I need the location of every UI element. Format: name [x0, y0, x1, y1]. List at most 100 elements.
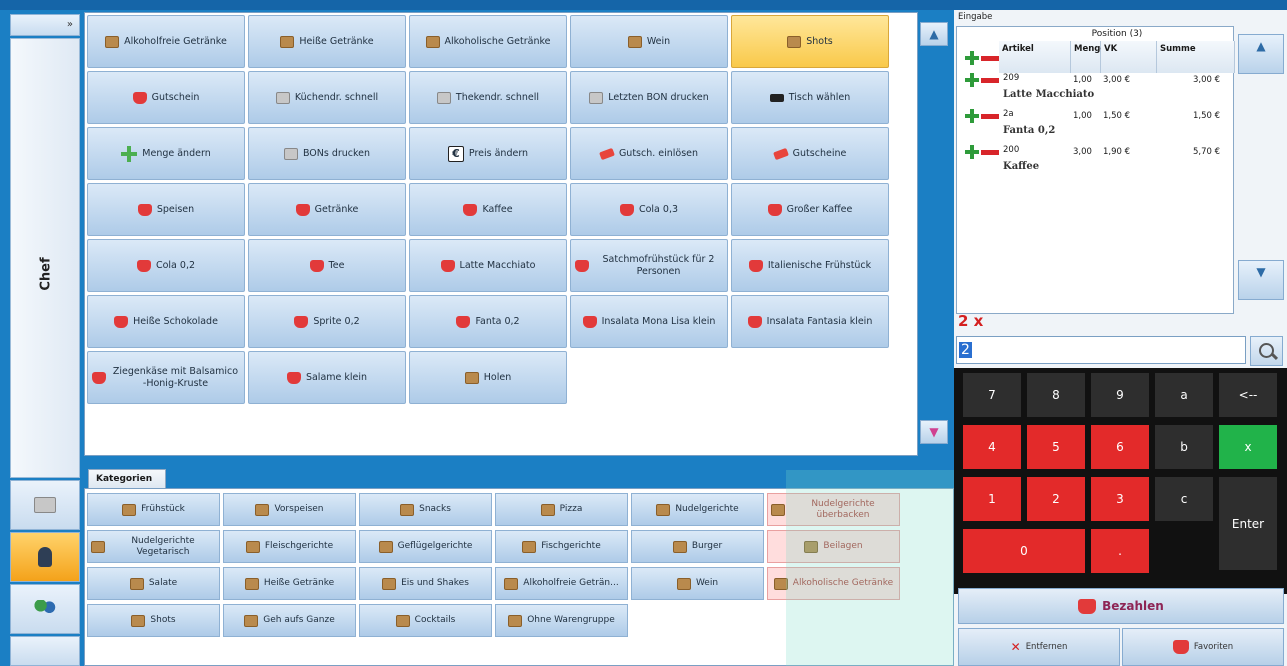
product-button[interactable]: Cola 0,2: [87, 239, 245, 292]
users-nav-button[interactable]: [10, 584, 80, 634]
product-button[interactable]: Kaffee: [409, 183, 567, 236]
category-button[interactable]: Nudelgerichte: [631, 493, 764, 526]
product-button[interactable]: Gutschein: [87, 71, 245, 124]
category-button[interactable]: Wein: [631, 567, 764, 600]
grid-scroll-up-button[interactable]: ▲: [920, 22, 948, 46]
category-button[interactable]: Heiße Getränke: [223, 567, 356, 600]
add-icon[interactable]: [965, 51, 979, 65]
category-button[interactable]: Shots: [87, 604, 220, 637]
product-button[interactable]: Gutsch. einlösen: [570, 127, 728, 180]
category-button[interactable]: Burger: [631, 530, 764, 563]
order-scroll-up-button[interactable]: ▲: [1238, 34, 1284, 74]
remove-button[interactable]: ✕ Entfernen: [958, 628, 1120, 666]
order-scroll-down-button[interactable]: ▼: [1238, 260, 1284, 300]
product-button[interactable]: € Preis ändern: [409, 127, 567, 180]
favorites-label: Favoriten: [1193, 642, 1234, 652]
remove-icon[interactable]: [981, 114, 999, 119]
add-icon[interactable]: [965, 109, 979, 123]
product-button[interactable]: Küchendr. schnell: [248, 71, 406, 124]
keypad-key[interactable]: 8: [1026, 372, 1086, 418]
keypad-key[interactable]: 2: [1026, 476, 1086, 522]
favorites-button[interactable]: Favoriten: [1122, 628, 1284, 666]
category-button[interactable]: Nudelgerichte Vegetarisch: [87, 530, 220, 563]
keypad-key[interactable]: c: [1154, 476, 1214, 522]
product-button[interactable]: Alkoholfreie Getränke: [87, 15, 245, 68]
user-panel[interactable]: Chef: [10, 38, 80, 478]
product-button[interactable]: Großer Kaffee: [731, 183, 889, 236]
category-button[interactable]: Geflügelgerichte: [359, 530, 492, 563]
product-button[interactable]: Italienische Frühstück: [731, 239, 889, 292]
product-button[interactable]: Fanta 0,2: [409, 295, 567, 348]
printer-nav-button[interactable]: [10, 480, 80, 530]
product-button[interactable]: Heiße Schokolade: [87, 295, 245, 348]
keypad-key[interactable]: 3: [1090, 476, 1150, 522]
product-button[interactable]: Getränke: [248, 183, 406, 236]
nav-button-more[interactable]: [10, 636, 80, 666]
product-button[interactable]: Latte Macchiato: [409, 239, 567, 292]
keypad-key[interactable]: <--: [1218, 372, 1278, 418]
product-button[interactable]: Wein: [570, 15, 728, 68]
product-button[interactable]: Menge ändern: [87, 127, 245, 180]
item-total: 1,50 €: [1193, 111, 1221, 121]
product-button[interactable]: Gutscheine: [731, 127, 889, 180]
keypad-key[interactable]: b: [1154, 424, 1214, 470]
keypad-key[interactable]: 9: [1090, 372, 1150, 418]
user-nav-button[interactable]: [10, 532, 80, 582]
remove-icon[interactable]: [981, 150, 999, 155]
product-button[interactable]: Salame klein: [248, 351, 406, 404]
keypad-key[interactable]: 4: [962, 424, 1022, 470]
product-button[interactable]: Alkoholische Getränke: [409, 15, 567, 68]
quantity-input[interactable]: 2: [956, 336, 1246, 364]
collapse-nav-button[interactable]: »: [10, 14, 80, 36]
product-button[interactable]: Thekendr. schnell: [409, 71, 567, 124]
tab-categories[interactable]: Kategorien: [88, 469, 166, 489]
product-button[interactable]: Ziegenkäse mit Balsamico -Honig-Kruste: [87, 351, 245, 404]
pay-button[interactable]: Bezahlen: [958, 588, 1284, 624]
product-button[interactable]: Speisen: [87, 183, 245, 236]
keypad-key[interactable]: .: [1090, 528, 1150, 574]
product-button[interactable]: Holen: [409, 351, 567, 404]
product-button[interactable]: Insalata Fantasia klein: [731, 295, 889, 348]
order-row[interactable]: 2a 1,00 1,50 € 1,50 € Fanta 0,2: [957, 109, 1235, 143]
product-button[interactable]: Tisch wählen: [731, 71, 889, 124]
category-button[interactable]: Cocktails: [359, 604, 492, 637]
category-button[interactable]: Geh aufs Ganze: [223, 604, 356, 637]
keypad-key[interactable]: 6: [1090, 424, 1150, 470]
category-button[interactable]: Frühstück: [87, 493, 220, 526]
add-icon[interactable]: [965, 73, 979, 87]
product-button[interactable]: Tee: [248, 239, 406, 292]
category-button[interactable]: Fischgerichte: [495, 530, 628, 563]
category-button[interactable]: Snacks: [359, 493, 492, 526]
product-button[interactable]: Satchmofrühstück für 2 Personen: [570, 239, 728, 292]
order-row[interactable]: 209 1,00 3,00 € 3,00 € Latte Macchiato: [957, 73, 1235, 107]
remove-icon[interactable]: [981, 78, 999, 83]
product-button[interactable]: Sprite 0,2: [248, 295, 406, 348]
add-icon[interactable]: [965, 145, 979, 159]
category-button[interactable]: Eis und Shakes: [359, 567, 492, 600]
keypad-key[interactable]: x: [1218, 424, 1278, 470]
keypad-key[interactable]: 5: [1026, 424, 1086, 470]
remove-icon[interactable]: [981, 56, 999, 61]
category-button[interactable]: Fleischgerichte: [223, 530, 356, 563]
category-button[interactable]: Salate: [87, 567, 220, 600]
product-button[interactable]: Heiße Getränke: [248, 15, 406, 68]
product-button[interactable]: BONs drucken: [248, 127, 406, 180]
category-button[interactable]: Pizza: [495, 493, 628, 526]
product-button[interactable]: Cola 0,3: [570, 183, 728, 236]
box-icon: [244, 614, 259, 627]
keypad-key[interactable]: 0: [962, 528, 1086, 574]
product-button[interactable]: Letzten BON drucken: [570, 71, 728, 124]
box-icon: [129, 577, 144, 590]
keypad-key[interactable]: Enter: [1218, 476, 1278, 571]
product-button[interactable]: Shots: [731, 15, 889, 68]
grid-scroll-down-button[interactable]: ▼: [920, 420, 948, 444]
keypad-key[interactable]: 1: [962, 476, 1022, 522]
category-button[interactable]: Alkoholfreie Geträn...: [495, 567, 628, 600]
keypad-key[interactable]: a: [1154, 372, 1214, 418]
keypad-key[interactable]: 7: [962, 372, 1022, 418]
product-button[interactable]: Insalata Mona Lisa klein: [570, 295, 728, 348]
category-button[interactable]: Ohne Warengruppe: [495, 604, 628, 637]
order-row[interactable]: 200 3,00 1,90 € 5,70 € Kaffee: [957, 145, 1235, 179]
search-button[interactable]: [1250, 336, 1283, 366]
category-button[interactable]: Vorspeisen: [223, 493, 356, 526]
